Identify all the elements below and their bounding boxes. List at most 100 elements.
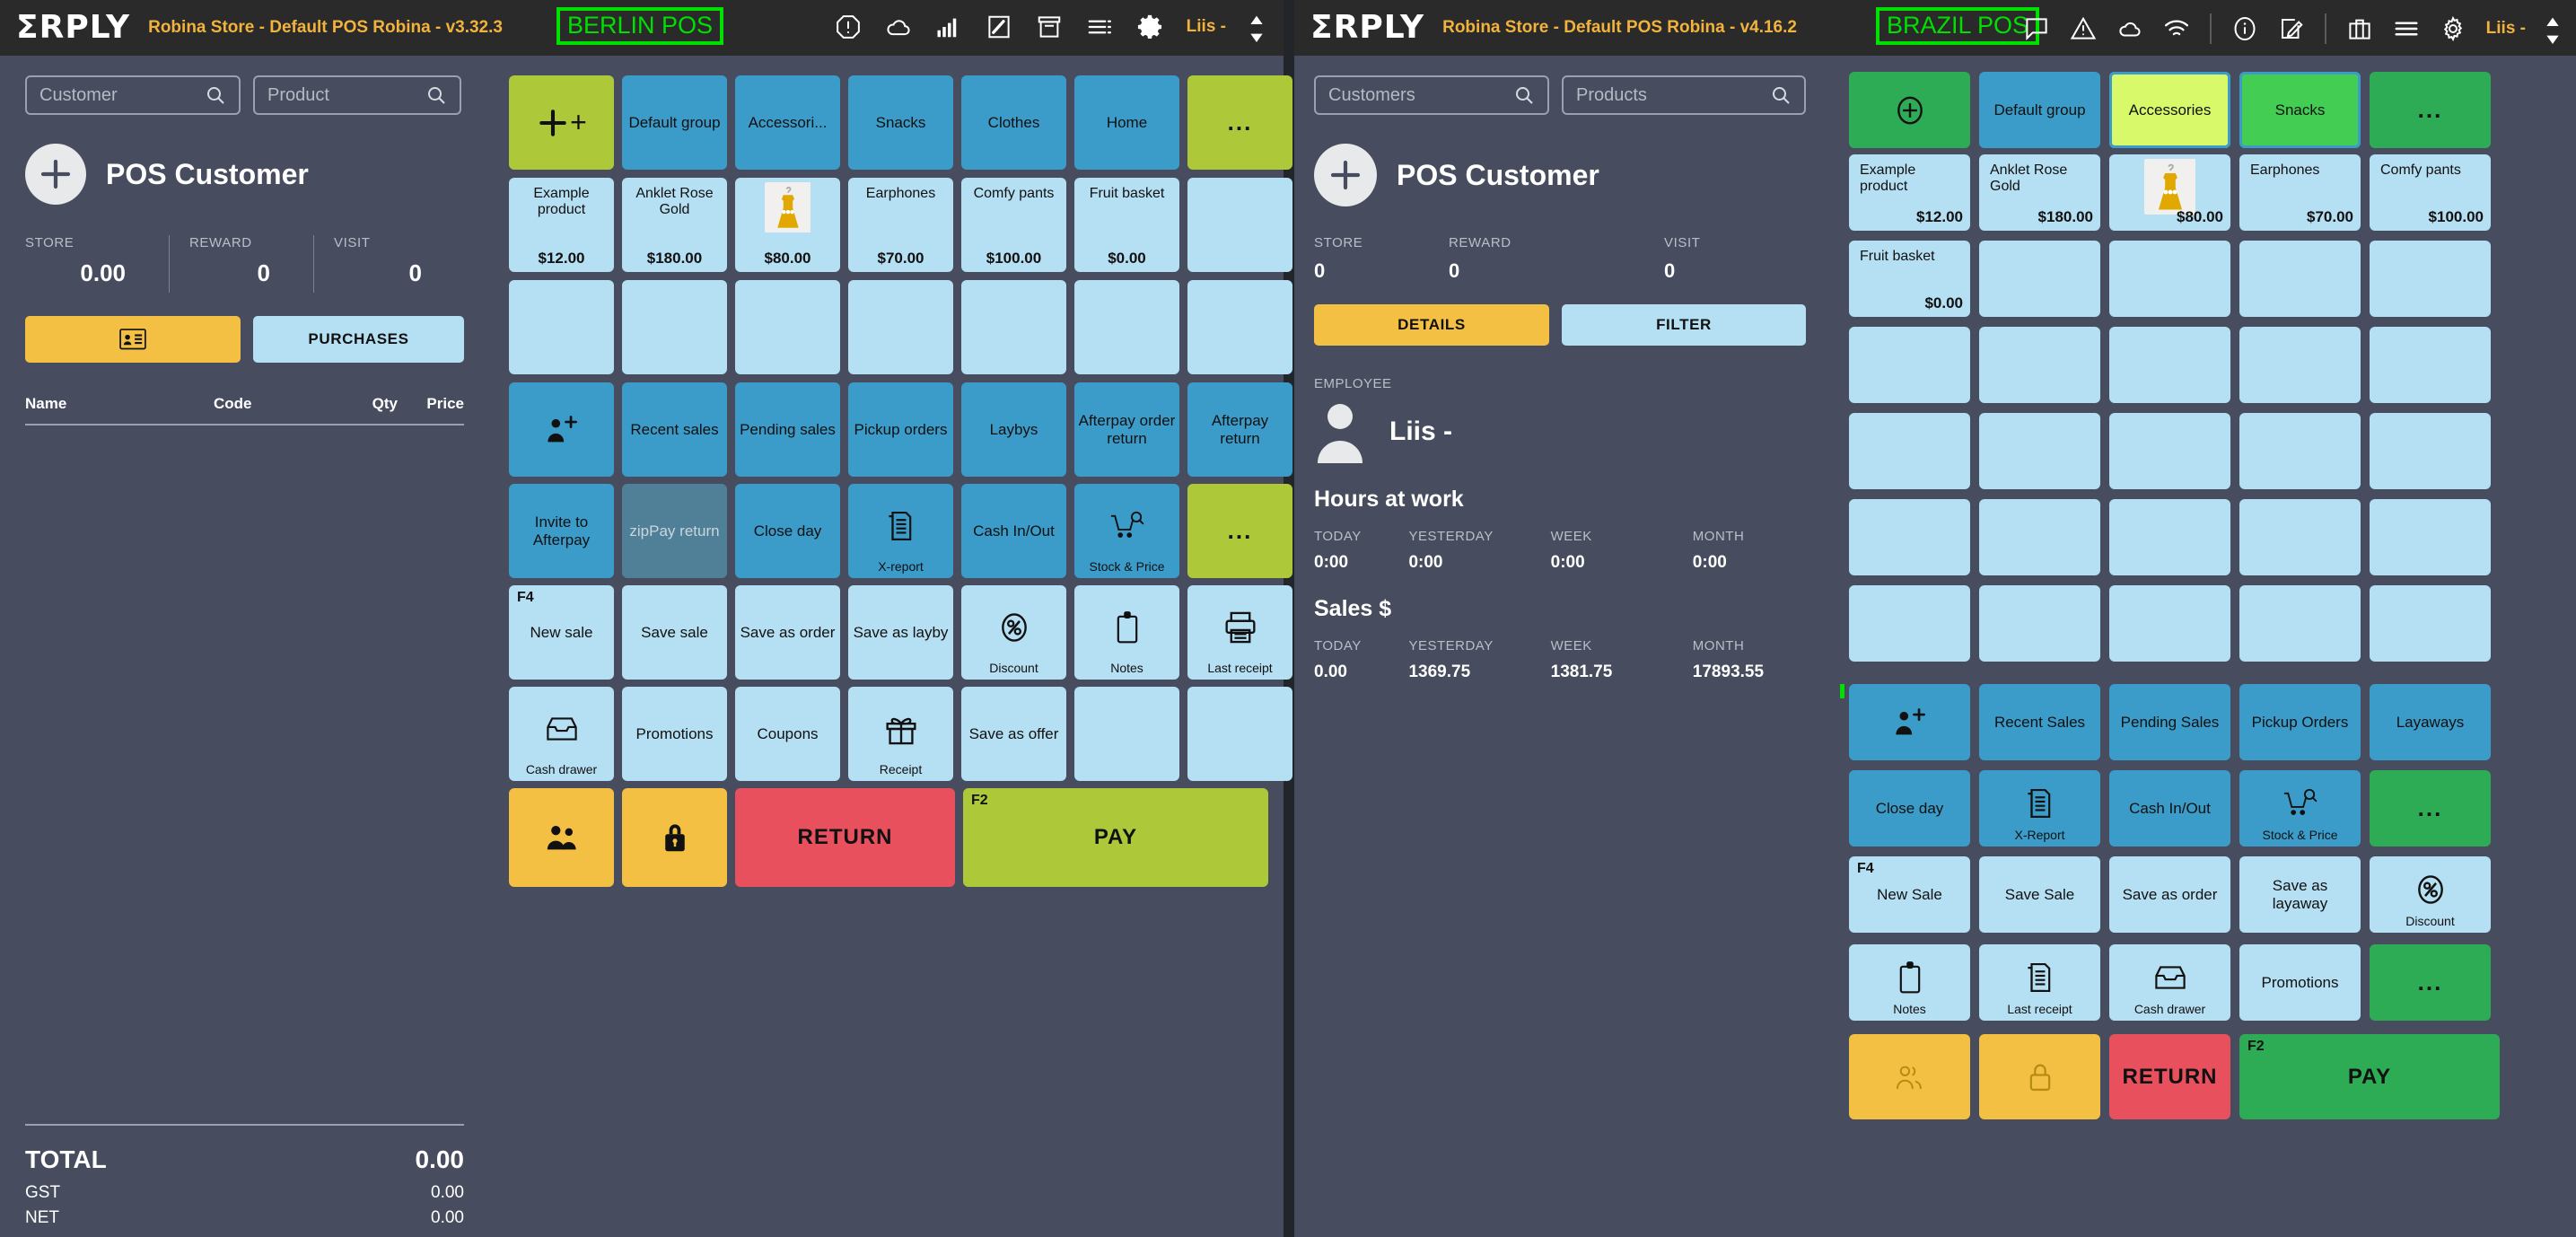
empty-tile-3-0[interactable] [1849, 585, 1970, 662]
product-tile[interactable]: Example product $12.00 [1849, 154, 1970, 231]
empty-tile-p2-2[interactable] [2239, 241, 2361, 317]
empty-tile-1-2[interactable] [2109, 413, 2230, 489]
action-tile-r3-5[interactable]: Notes [1074, 585, 1179, 680]
product-tile[interactable]: Earphones $70.00 [2239, 154, 2361, 231]
product-group-tile-1[interactable]: Default group [1979, 72, 2100, 148]
action-tile-r1-4[interactable]: Laybys [961, 382, 1066, 477]
empty-tile-2-1[interactable] [1979, 499, 2100, 575]
product-group-tile-3[interactable]: Snacks [848, 75, 953, 170]
action-tile-r3-4[interactable]: Discount [961, 585, 1066, 680]
action-tile-r2-1[interactable]: zipPay return [622, 484, 727, 578]
product-group-tile-2[interactable]: Accessori... [735, 75, 840, 170]
empty-tile-p2-0[interactable] [1979, 241, 2100, 317]
action-tile-r4-2[interactable]: Coupons [735, 687, 840, 781]
product-tile[interactable]: Fruit basket $0.00 [1849, 241, 1970, 317]
action-tile-r3-1[interactable]: Save Sale [1979, 856, 2100, 933]
product-tile[interactable]: $80.00 [2109, 154, 2230, 231]
product-tile[interactable]: Comfy pants $100.00 [961, 178, 1066, 272]
action-tile-r3-2[interactable]: Save as order [2109, 856, 2230, 933]
action-tile-r1-2[interactable]: Pending Sales [2109, 684, 2230, 760]
info-circle-icon[interactable] [2231, 15, 2258, 42]
purchases-button[interactable]: PURCHASES [253, 316, 464, 363]
warning-triangle-icon[interactable] [2070, 15, 2097, 42]
action-tile-r1-1[interactable]: Recent sales [622, 382, 727, 477]
empty-tile-3-1[interactable] [1979, 585, 2100, 662]
empty-tile-0-2[interactable] [2109, 327, 2230, 403]
action-tile-r2-4[interactable]: ... [2370, 770, 2491, 847]
pencil-square-icon[interactable] [986, 13, 1012, 40]
empty-tile-4[interactable] [961, 280, 1066, 374]
action-tile-r1-1[interactable]: Recent Sales [1979, 684, 2100, 760]
action-tile-r3-6[interactable]: Last receipt [1187, 585, 1292, 680]
empty-tile-3-3[interactable] [2239, 585, 2361, 662]
action-tile-r4-0[interactable]: Notes [1849, 944, 1970, 1021]
action-tile-r4-5[interactable] [1074, 687, 1179, 781]
action-tile-r5-3[interactable]: F2 PAY [963, 788, 1268, 887]
action-tile-r1-4[interactable]: Layaways [2370, 684, 2491, 760]
empty-tile-3-4[interactable] [2370, 585, 2491, 662]
action-tile-r3-0[interactable]: F4 New sale [509, 585, 614, 680]
chat-bubble-icon[interactable] [2023, 15, 2050, 42]
action-tile-r2-2[interactable]: Cash In/Out [2109, 770, 2230, 847]
customer-row[interactable]: POS Customer [25, 144, 464, 205]
hamburger-icon[interactable] [2393, 15, 2420, 42]
empty-tile-p2-1[interactable] [2109, 241, 2230, 317]
cloud-icon[interactable] [2116, 15, 2143, 42]
empty-tile-0[interactable] [509, 280, 614, 374]
product-group-tile-0[interactable]: + [509, 75, 614, 170]
empty-tile-0-1[interactable] [1979, 327, 2100, 403]
empty-tile-p2-3[interactable] [2370, 241, 2491, 317]
action-tile-r4-0[interactable]: Cash drawer [509, 687, 614, 781]
action-tile-r5-1[interactable] [622, 788, 727, 887]
action-tile-r5-0[interactable] [509, 788, 614, 887]
product-group-tile-4[interactable]: ... [2370, 72, 2491, 148]
action-tile-r2-5[interactable]: Stock & Price [1074, 484, 1179, 578]
empty-tile-3[interactable] [848, 280, 953, 374]
empty-tile-1[interactable] [622, 280, 727, 374]
action-tile-r3-0[interactable]: F4 New Sale [1849, 856, 1970, 933]
action-tile-r5-2[interactable]: RETURN [2109, 1034, 2230, 1119]
empty-tile-2-0[interactable] [1849, 499, 1970, 575]
action-tile-r4-2[interactable]: Cash drawer [2109, 944, 2230, 1021]
user-dropdown-arrows-icon[interactable] [1249, 13, 1264, 42]
empty-tile-2-2[interactable] [2109, 499, 2230, 575]
action-tile-r1-2[interactable]: Pending sales [735, 382, 840, 477]
action-tile-r3-2[interactable]: Save as order [735, 585, 840, 680]
action-tile-r5-2[interactable]: RETURN [735, 788, 955, 887]
action-tile-r1-5[interactable]: Afterpay order return [1074, 382, 1179, 477]
add-customer-icon[interactable] [25, 144, 86, 205]
briefcase-icon[interactable] [2346, 15, 2373, 42]
empty-tile-1-3[interactable] [2239, 413, 2361, 489]
details-button[interactable]: DETAILS [1314, 304, 1549, 346]
product-group-tile-0[interactable] [1849, 72, 1970, 148]
action-tile-r4-4[interactable]: Save as offer [961, 687, 1066, 781]
action-tile-r3-1[interactable]: Save sale [622, 585, 727, 680]
gear-icon[interactable] [2440, 15, 2466, 42]
empty-tile-5[interactable] [1074, 280, 1179, 374]
action-tile-r4-4[interactable]: ... [2370, 944, 2491, 1021]
product-tile[interactable]: Fruit basket $0.00 [1074, 178, 1179, 272]
customers-search-input[interactable]: Customers [1314, 75, 1549, 115]
empty-tile-3-2[interactable] [2109, 585, 2230, 662]
empty-tile-2[interactable] [735, 280, 840, 374]
right-customer-row[interactable]: POS Customer [1314, 144, 1813, 206]
action-tile-r2-3[interactable]: X-report [848, 484, 953, 578]
action-tile-r2-3[interactable]: Stock & Price [2239, 770, 2361, 847]
wifi-icon[interactable] [2163, 15, 2190, 42]
alert-octagon-icon[interactable] [835, 13, 862, 40]
action-tile-r5-1[interactable] [1979, 1034, 2100, 1119]
action-tile-r4-6[interactable] [1187, 687, 1292, 781]
product-tile[interactable]: Anklet Rose Gold $180.00 [1979, 154, 2100, 231]
product-tile[interactable]: Earphones $70.00 [848, 178, 953, 272]
product-group-tile-6[interactable]: ... [1187, 75, 1292, 170]
empty-tile-1-1[interactable] [1979, 413, 2100, 489]
action-tile-r3-3[interactable]: Save as layaway [2239, 856, 2361, 933]
product-group-tile-2[interactable]: Accessories [2109, 72, 2230, 148]
empty-tile-0-0[interactable] [1849, 327, 1970, 403]
empty-tile-1-0[interactable] [1849, 413, 1970, 489]
product-group-tile-4[interactable]: Clothes [961, 75, 1066, 170]
action-tile-r4-1[interactable]: Last receipt [1979, 944, 2100, 1021]
product-tile[interactable]: Comfy pants $100.00 [2370, 154, 2491, 231]
product-tile[interactable]: $80.00 [735, 178, 840, 272]
signal-bars-icon[interactable] [935, 13, 962, 40]
